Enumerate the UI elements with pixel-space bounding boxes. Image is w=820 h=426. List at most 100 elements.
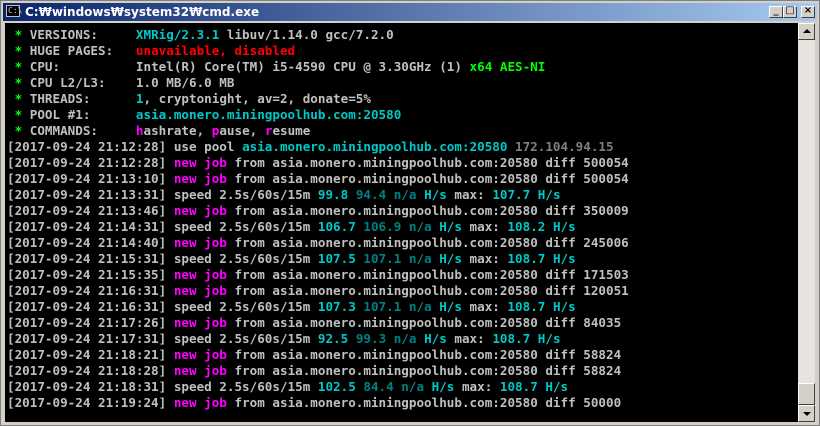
maximize-button[interactable]: □ <box>783 5 797 18</box>
scroll-thumb[interactable] <box>798 383 815 405</box>
log-text: use pool <box>166 139 243 154</box>
scroll-down-button[interactable] <box>798 405 815 422</box>
log-line: [2017-09-24 21:14:31] speed 2.5s/60s/15m… <box>7 219 576 235</box>
bullet-star: * <box>7 59 30 74</box>
log-text: new job <box>166 267 227 282</box>
log-line: [2017-09-24 21:19:24] new job from asia.… <box>7 395 621 411</box>
log-text: new job <box>166 347 227 362</box>
log-line: [2017-09-24 21:16:31] new job from asia.… <box>7 283 629 299</box>
log-text: max: <box>446 331 493 346</box>
log-timestamp: [2017-09-24 21:16:31] <box>7 299 167 314</box>
bullet-star: * <box>7 75 30 90</box>
log-timestamp: [2017-09-24 21:14:40] <box>7 235 167 250</box>
header-label: CPU: <box>29 59 136 74</box>
log-line: [2017-09-24 21:18:31] speed 2.5s/60s/15m… <box>7 379 568 395</box>
cmd-app-icon-glyph: C:\ <box>8 6 23 15</box>
header-line: * CPU: Intel(R) Core(TM) i5-4590 CPU @ 3… <box>7 59 546 75</box>
log-text: 108.7 H/s <box>492 331 561 346</box>
log-text: H/s <box>431 379 455 394</box>
window-title: C:₩windows₩system32₩cmd.exe <box>25 5 260 19</box>
log-text: 92.5 <box>317 331 349 346</box>
log-text: H/s <box>439 251 462 266</box>
log-text: 107.3 <box>317 299 356 314</box>
log-timestamp: [2017-09-24 21:13:10] <box>7 171 167 186</box>
scroll-up-button[interactable] <box>798 23 815 40</box>
log-text: 84.4 n/a <box>355 379 432 394</box>
log-text: H/s <box>439 219 462 234</box>
log-timestamp: [2017-09-24 21:16:31] <box>7 283 167 298</box>
log-text: new job <box>166 235 227 250</box>
header-value: asia.monero.miningpoolhub.com:20580 <box>135 107 402 122</box>
log-text: speed 2.5s/60s/15m <box>166 379 318 394</box>
log-text: 108.7 H/s <box>507 299 576 314</box>
header-value: unavailable, disabled <box>135 43 296 58</box>
log-line: [2017-09-24 21:16:31] speed 2.5s/60s/15m… <box>7 299 576 315</box>
log-text: H/s <box>424 331 447 346</box>
log-line: [2017-09-24 21:13:31] speed 2.5s/60s/15m… <box>7 187 561 203</box>
header-value: ashrate, <box>143 123 212 138</box>
header-label: THREADS: <box>29 91 136 106</box>
log-text: from asia.monero.miningpoolhub.com:20580… <box>226 315 622 330</box>
header-label: POOL #1: <box>29 107 136 122</box>
log-text: new job <box>166 283 227 298</box>
header-label: COMMANDS: <box>29 123 136 138</box>
log-text: speed 2.5s/60s/15m <box>166 219 318 234</box>
log-text: from asia.monero.miningpoolhub.com:20580… <box>226 267 629 282</box>
header-value: ause, <box>219 123 265 138</box>
log-timestamp: [2017-09-24 21:15:31] <box>7 251 167 266</box>
log-text: speed 2.5s/60s/15m <box>166 299 318 314</box>
header-value: libuv/1.14.0 gcc/7.2.0 <box>219 27 394 42</box>
log-text: 108.7 H/s <box>507 251 576 266</box>
log-text: max: <box>454 379 500 394</box>
log-text: max: <box>461 299 508 314</box>
log-line: [2017-09-24 21:13:10] new job from asia.… <box>7 171 629 187</box>
header-value: Intel(R) Core(TM) i5-4590 CPU @ 3.30GHz … <box>135 59 470 74</box>
log-text: 94.4 n/a <box>348 187 425 202</box>
log-timestamp: [2017-09-24 21:14:31] <box>7 219 167 234</box>
header-value: x64 AES-NI <box>469 59 546 74</box>
log-timestamp: [2017-09-24 21:13:31] <box>7 187 167 202</box>
log-line: [2017-09-24 21:12:28] use pool asia.mone… <box>7 139 614 155</box>
arrow-up-icon <box>803 29 811 33</box>
log-text: 107.1 n/a <box>355 251 440 266</box>
log-text: 107.7 H/s <box>492 187 561 202</box>
log-line: [2017-09-24 21:15:31] speed 2.5s/60s/15m… <box>7 251 576 267</box>
log-text: from asia.monero.miningpoolhub.com:20580… <box>226 363 622 378</box>
log-text: new job <box>166 171 227 186</box>
log-text: from asia.monero.miningpoolhub.com:20580… <box>226 155 629 170</box>
log-text: new job <box>166 315 227 330</box>
bullet-star: * <box>7 107 30 122</box>
vertical-scrollbar[interactable] <box>798 23 815 422</box>
log-text: 107.5 <box>317 251 356 266</box>
log-timestamp: [2017-09-24 21:18:21] <box>7 347 167 362</box>
header-value: h <box>135 123 144 138</box>
header-label: HUGE PAGES: <box>29 43 136 58</box>
log-timestamp: [2017-09-24 21:18:28] <box>7 363 167 378</box>
arrow-down-icon <box>803 412 811 416</box>
log-text: speed 2.5s/60s/15m <box>166 331 318 346</box>
header-value: 1 <box>135 91 144 106</box>
header-line: * COMMANDS: hashrate, pause, resume <box>7 123 311 139</box>
log-text: new job <box>166 155 227 170</box>
log-line: [2017-09-24 21:12:28] new job from asia.… <box>7 155 629 171</box>
log-timestamp: [2017-09-24 21:12:28] <box>7 139 167 154</box>
log-text: from asia.monero.miningpoolhub.com:20580… <box>226 203 629 218</box>
log-text: 106.9 n/a <box>355 219 440 234</box>
log-text: 108.2 H/s <box>507 219 576 234</box>
maximize-icon: □ <box>785 5 795 16</box>
cmd-app-icon[interactable]: C:\ <box>6 5 23 17</box>
close-button[interactable]: × <box>801 5 815 18</box>
log-line: [2017-09-24 21:15:35] new job from asia.… <box>7 267 629 283</box>
log-text: 99.8 <box>317 187 349 202</box>
log-text: from asia.monero.miningpoolhub.com:20580… <box>226 283 629 298</box>
log-text: 108.7 H/s <box>499 379 569 394</box>
log-text: speed 2.5s/60s/15m <box>166 251 318 266</box>
log-text: new job <box>166 395 227 410</box>
header-line: * HUGE PAGES: unavailable, disabled <box>7 43 296 59</box>
log-timestamp: [2017-09-24 21:17:31] <box>7 331 167 346</box>
log-text: max: <box>446 187 493 202</box>
title-bar[interactable]: C:\ C:₩windows₩system32₩cmd.exe _ □ × <box>3 3 817 21</box>
minimize-button[interactable]: _ <box>769 5 783 18</box>
cmd-window: C:\ C:₩windows₩system32₩cmd.exe _ □ × * … <box>0 0 820 426</box>
console-output[interactable]: * VERSIONS: XMRig/2.3.1 libuv/1.14.0 gcc… <box>5 23 798 422</box>
